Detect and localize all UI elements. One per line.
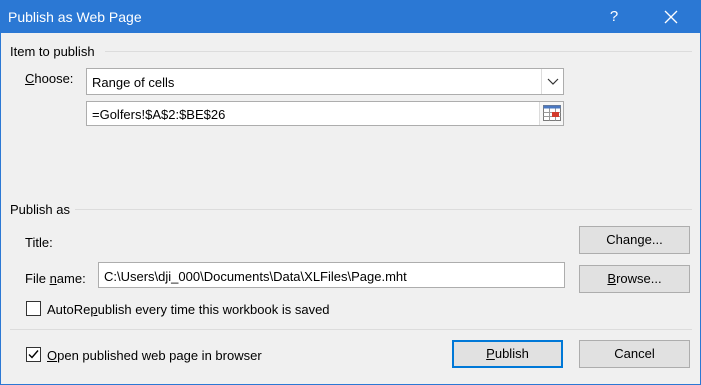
choose-label-accel: C	[25, 71, 35, 86]
browse-button[interactable]: Browse...	[579, 265, 690, 293]
file-name-value: C:\Users\dji_000\Documents\Data\XLFiles\…	[104, 269, 407, 284]
checkmark-icon	[28, 350, 39, 359]
close-button[interactable]	[648, 1, 694, 33]
change-title-button[interactable]: Change...	[579, 226, 690, 254]
help-icon: ?	[609, 8, 619, 25]
range-reference-value: =Golfers!$A$2:$BE$26	[92, 107, 226, 122]
file-name-label-text: ame:	[56, 271, 86, 286]
chevron-down-icon	[547, 78, 559, 85]
group-divider	[75, 209, 692, 210]
title-label: Title:	[25, 235, 53, 250]
open-in-browser-label[interactable]: Open published web page in browser	[47, 348, 262, 363]
autorepublish-label-accel: p	[90, 302, 98, 317]
publish-button-accel: P	[486, 346, 495, 361]
browse-button-text: rowse...	[616, 271, 662, 286]
help-button[interactable]: ?	[597, 1, 631, 33]
autorepublish-label-text: AutoRe	[47, 302, 91, 317]
publish-dialog: Publish as Web Page ? Item to publish Ch…	[0, 0, 701, 385]
change-button-text: e...	[644, 232, 663, 247]
cancel-button[interactable]: Cancel	[579, 340, 690, 368]
publish-button-text: ublish	[494, 346, 529, 361]
browse-button-accel: B	[607, 271, 617, 286]
change-button-text: Chan	[606, 232, 638, 247]
autorepublish-checkbox[interactable]	[26, 301, 41, 316]
window-title: Publish as Web Page	[8, 9, 142, 25]
file-name-label-accel: n	[49, 271, 57, 286]
change-button-accel: g	[637, 232, 645, 247]
publish-button[interactable]: Publish	[452, 340, 563, 368]
range-select-icon	[543, 105, 561, 121]
file-name-label-text: File	[25, 271, 50, 286]
file-name-label: File name:	[25, 271, 86, 286]
open-in-browser-label-accel: O	[47, 348, 58, 363]
autorepublish-label[interactable]: AutoRepublish every time this workbook i…	[47, 302, 330, 317]
collapse-dialog-button[interactable]	[539, 102, 563, 125]
choose-label: Choose:	[25, 71, 73, 86]
dropdown-arrow-button[interactable]	[541, 69, 563, 94]
choose-dropdown[interactable]: Range of cells	[86, 68, 564, 95]
range-reference-input[interactable]: =Golfers!$A$2:$BE$26	[86, 101, 564, 126]
choose-dropdown-value: Range of cells	[92, 75, 175, 90]
item-to-publish-heading: Item to publish	[10, 44, 95, 59]
group-divider	[105, 51, 692, 52]
file-name-input[interactable]: C:\Users\dji_000\Documents\Data\XLFiles\…	[98, 262, 565, 288]
choose-label-rest: hoose:	[34, 71, 74, 86]
open-in-browser-checkbox[interactable]	[26, 347, 41, 362]
close-icon	[664, 10, 678, 24]
publish-as-heading: Publish as	[10, 202, 70, 217]
title-bar: Publish as Web Page ?	[1, 1, 700, 33]
autorepublish-label-text: ublish every time this workbook is saved	[97, 302, 330, 317]
open-in-browser-label-text: pen published web page in browser	[57, 348, 262, 363]
cancel-button-text: Cancel	[614, 346, 655, 361]
footer-divider	[10, 329, 692, 330]
